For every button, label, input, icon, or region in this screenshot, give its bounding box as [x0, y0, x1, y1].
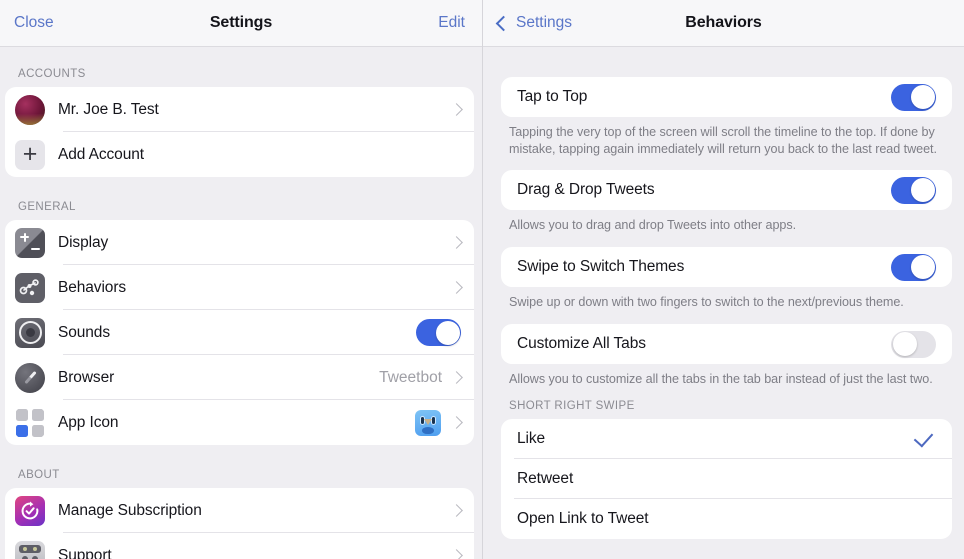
- checkmark-icon: [913, 427, 934, 447]
- settings-row-label: Sounds: [58, 323, 110, 341]
- settings-row-label: Support: [58, 546, 112, 559]
- settings-row-label: Manage Subscription: [58, 501, 202, 519]
- chevron-right-icon: [450, 549, 463, 559]
- settings-row-manage-subscription[interactable]: Manage Subscription: [5, 488, 474, 533]
- user-avatar: [15, 94, 45, 125]
- customize-tabs-card: Customize All Tabs: [501, 324, 952, 364]
- browser-value: Tweetbot: [379, 368, 442, 386]
- settings-row-support[interactable]: Support: [5, 533, 474, 559]
- swipe-themes-card: Swipe to Switch Themes: [501, 247, 952, 287]
- behaviors-list[interactable]: Tap to Top Tapping the very top of the s…: [483, 47, 964, 559]
- drag-drop-card: Drag & Drop Tweets: [501, 170, 952, 210]
- behaviors-icon: [15, 272, 45, 303]
- settings-row-browser[interactable]: Browser Tweetbot: [5, 355, 474, 400]
- general-card: Display Behaviors Sounds Browser Tweetbo…: [5, 220, 474, 445]
- left-page-title: Settings: [209, 14, 273, 31]
- setting-row-drag-drop[interactable]: Drag & Drop Tweets: [501, 170, 952, 210]
- tap-to-top-description: Tapping the very top of the screen will …: [509, 125, 937, 156]
- setting-row-customize-tabs[interactable]: Customize All Tabs: [501, 324, 952, 364]
- chevron-right-icon: [450, 103, 463, 116]
- accounts-card: Mr. Joe B. Test Add Account: [5, 87, 474, 177]
- settings-row-label: Browser: [58, 368, 115, 386]
- setting-label: Drag & Drop Tweets: [517, 181, 655, 198]
- settings-row-label: Mr. Joe B. Test: [58, 100, 159, 118]
- customize-tabs-toggle[interactable]: [891, 330, 936, 358]
- swipe-themes-description: Swipe up or down with two fingers to swi…: [509, 295, 904, 309]
- chevron-right-icon: [450, 371, 463, 384]
- chevron-right-icon: [450, 416, 463, 429]
- chevron-right-icon: [450, 281, 463, 294]
- right-navbar: Settings Behaviors: [483, 0, 964, 47]
- settings-row-display[interactable]: Display: [5, 220, 474, 265]
- short-right-swipe-card: Like Retweet Open Link to Tweet: [501, 419, 952, 539]
- section-header-general: GENERAL: [18, 201, 76, 213]
- swipe-option-open-link[interactable]: Open Link to Tweet: [501, 499, 952, 539]
- sounds-toggle[interactable]: [416, 319, 461, 346]
- section-header-about: ABOUT: [18, 469, 60, 481]
- display-icon: [15, 227, 45, 258]
- edit-button[interactable]: Edit: [438, 14, 465, 32]
- about-card: Manage Subscription Support: [5, 488, 474, 559]
- settings-row-sounds[interactable]: Sounds: [5, 310, 474, 355]
- settings-row-label: Display: [58, 233, 109, 251]
- customize-tabs-description: Allows you to customize all the tabs in …: [509, 372, 933, 386]
- setting-row-swipe-themes[interactable]: Swipe to Switch Themes: [501, 247, 952, 287]
- settings-row-app-icon[interactable]: App Icon: [5, 400, 474, 445]
- settings-master-panel: Close Settings Edit ACCOUNTS Mr. Joe B. …: [0, 0, 482, 559]
- settings-row-behaviors[interactable]: Behaviors: [5, 265, 474, 310]
- swipe-option-like[interactable]: Like: [501, 419, 952, 459]
- settings-row-label: App Icon: [58, 413, 119, 431]
- drag-drop-toggle[interactable]: [891, 176, 936, 204]
- chevron-right-icon: [450, 236, 463, 249]
- drag-drop-description: Allows you to drag and drop Tweets into …: [509, 218, 797, 232]
- browser-icon: [15, 362, 45, 393]
- tweetbot-app-icon-preview: [415, 409, 441, 436]
- section-header-accounts: ACCOUNTS: [18, 68, 86, 80]
- support-icon: [15, 540, 45, 559]
- swipe-option-label: Retweet: [517, 470, 574, 487]
- tap-to-top-toggle[interactable]: [891, 83, 936, 111]
- section-header-short-right-swipe: SHORT RIGHT SWIPE: [509, 400, 635, 412]
- swipe-option-retweet[interactable]: Retweet: [501, 459, 952, 499]
- settings-row-add-account[interactable]: Add Account: [5, 132, 474, 177]
- swipe-option-label: Open Link to Tweet: [517, 510, 649, 527]
- setting-label: Customize All Tabs: [517, 335, 646, 352]
- settings-list[interactable]: ACCOUNTS Mr. Joe B. Test Add Account GEN…: [0, 47, 482, 559]
- swipe-option-label: Like: [517, 430, 546, 447]
- setting-row-tap-to-top[interactable]: Tap to Top: [501, 77, 952, 117]
- settings-split-view: Close Settings Edit ACCOUNTS Mr. Joe B. …: [0, 0, 964, 559]
- settings-row-account[interactable]: Mr. Joe B. Test: [5, 87, 474, 132]
- plus-icon: [15, 139, 45, 170]
- setting-label: Swipe to Switch Themes: [517, 258, 685, 275]
- subscription-icon: [15, 495, 45, 526]
- settings-row-label: Add Account: [58, 145, 144, 163]
- right-page-title: Behaviors: [685, 14, 762, 31]
- setting-label: Tap to Top: [517, 88, 588, 105]
- behaviors-detail-panel: Settings Behaviors Tap to Top Tapping th…: [482, 0, 964, 559]
- app-icon-grid-icon: [15, 408, 45, 438]
- sounds-icon: [15, 317, 45, 348]
- chevron-right-icon: [450, 504, 463, 517]
- swipe-themes-toggle[interactable]: [891, 253, 936, 281]
- left-navbar: Close Settings Edit: [0, 0, 482, 47]
- settings-row-label: Behaviors: [58, 278, 127, 296]
- tap-to-top-card: Tap to Top: [501, 77, 952, 117]
